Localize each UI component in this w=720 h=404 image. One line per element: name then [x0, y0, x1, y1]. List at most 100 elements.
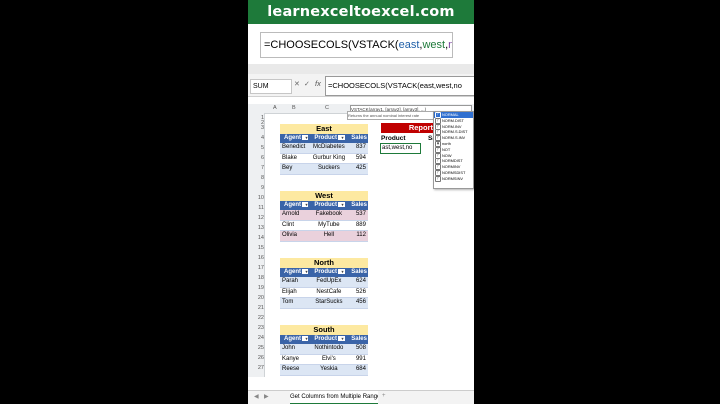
header-cell[interactable]: Sales — [347, 134, 368, 143]
row-number[interactable]: 15 — [248, 245, 264, 251]
row-number[interactable]: 18 — [248, 275, 264, 281]
function-hint: Returns the annual nominal interest rate — [347, 111, 437, 120]
filter-dropdown-icon[interactable]: ▾ — [337, 134, 345, 140]
row-number[interactable]: 6 — [248, 155, 264, 161]
cell[interactable]: 624 — [348, 277, 368, 287]
prev-sheet-icon[interactable]: ◀ — [254, 393, 259, 400]
row-number[interactable]: 25 — [248, 345, 264, 351]
cell[interactable]: Suckers — [309, 164, 348, 174]
row-number[interactable]: 5 — [248, 145, 264, 151]
cell[interactable]: Reese — [280, 365, 309, 375]
row-number[interactable]: 13 — [248, 225, 264, 231]
table-row: Clint MyTube 889 — [280, 220, 368, 231]
cell[interactable]: Arnold — [280, 210, 309, 220]
row-number[interactable]: 3 — [248, 125, 264, 131]
header-cell[interactable]: Agent ▾ — [280, 268, 309, 277]
function-icon: ƒ — [435, 175, 441, 182]
filter-dropdown-icon[interactable]: ▾ — [337, 335, 345, 341]
row-number[interactable]: 9 — [248, 185, 264, 191]
row-number[interactable]: 19 — [248, 285, 264, 291]
function-icon: ƒ — [435, 112, 441, 118]
cell[interactable]: StarSucks — [309, 298, 348, 308]
cell[interactable]: Gurbur King — [309, 154, 348, 164]
header-label: Sales — [351, 202, 367, 208]
row-number[interactable]: 7 — [248, 165, 264, 171]
cell[interactable]: Elvi's — [309, 355, 348, 365]
cell[interactable]: 425 — [348, 164, 368, 174]
row-number[interactable]: 21 — [248, 305, 264, 311]
row-number[interactable]: 14 — [248, 235, 264, 241]
row-number[interactable]: 12 — [248, 215, 264, 221]
header-cell[interactable]: Sales — [347, 335, 368, 344]
table-icon: ▦ — [435, 140, 441, 147]
filter-dropdown-icon[interactable]: ▾ — [337, 201, 345, 207]
cell[interactable]: Nothintodo — [309, 344, 348, 354]
cell[interactable]: Benedict — [280, 143, 309, 153]
cell[interactable]: 594 — [348, 154, 368, 164]
cell[interactable]: 456 — [348, 298, 368, 308]
filter-dropdown-icon[interactable]: ▾ — [337, 268, 345, 274]
cell[interactable]: McDiabetes — [309, 143, 348, 153]
enter-icon[interactable]: ✓ — [304, 80, 310, 88]
add-sheet-icon[interactable]: + — [382, 393, 386, 399]
header-cell[interactable]: Product ▾ — [308, 201, 347, 210]
cell[interactable]: Hell — [309, 231, 348, 241]
cell[interactable]: John — [280, 344, 309, 354]
active-cell-editor[interactable]: ast,west,no — [380, 143, 421, 154]
row-number[interactable]: 26 — [248, 355, 264, 361]
cell[interactable]: 889 — [348, 221, 368, 231]
cell[interactable]: Bey — [280, 164, 309, 174]
cell[interactable]: FedUpEx — [309, 277, 348, 287]
row-number[interactable]: 8 — [248, 175, 264, 181]
cell[interactable]: 526 — [348, 288, 368, 298]
row-number[interactable]: 22 — [248, 315, 264, 321]
table-row: Kanye Elvi's 991 — [280, 354, 368, 365]
header-cell[interactable]: Sales — [347, 201, 368, 210]
row-number[interactable]: 16 — [248, 255, 264, 261]
cell[interactable]: 537 — [348, 210, 368, 220]
cell[interactable]: NestCafe — [309, 288, 348, 298]
autocomplete-label: NORM.S.DIST — [442, 129, 468, 135]
cell[interactable]: Fakebook — [309, 210, 348, 220]
cell[interactable]: Blake — [280, 154, 309, 164]
cell[interactable]: Olivia — [280, 231, 309, 241]
cell[interactable]: Kanye — [280, 355, 309, 365]
cell[interactable]: 112 — [348, 231, 368, 241]
cell[interactable]: 991 — [348, 355, 368, 365]
cell[interactable]: Elijah — [280, 288, 309, 298]
row-number[interactable]: 17 — [248, 265, 264, 271]
row-number[interactable]: 10 — [248, 195, 264, 201]
cell[interactable]: 684 — [348, 365, 368, 375]
header-cell[interactable]: Agent ▾ — [280, 335, 309, 344]
autocomplete-item[interactable]: ƒ NORMSINV — [434, 175, 473, 182]
cell[interactable]: 508 — [348, 344, 368, 354]
cancel-icon[interactable]: ✕ — [294, 80, 300, 88]
name-box[interactable]: SUM — [250, 79, 292, 94]
cell[interactable]: Yeskia — [309, 365, 348, 375]
row-number[interactable]: 27 — [248, 365, 264, 371]
header-cell[interactable]: Sales — [347, 268, 368, 277]
cell[interactable]: 837 — [348, 143, 368, 153]
cell[interactable]: Clint — [280, 221, 309, 231]
table-row: Blake Gurbur King 594 — [280, 153, 368, 164]
header-cell[interactable]: Product ▾ — [308, 134, 347, 143]
header-cell[interactable]: Product ▾ — [308, 335, 347, 344]
row-number[interactable]: 23 — [248, 325, 264, 331]
formula-input[interactable]: =CHOOSECOLS(VSTACK(east,west,no — [325, 76, 474, 96]
row-number[interactable]: 24 — [248, 335, 264, 341]
column-header[interactable]: A — [273, 105, 277, 111]
row-number[interactable]: 11 — [248, 205, 264, 211]
cell[interactable]: MyTube — [309, 221, 348, 231]
cell[interactable]: Parah — [280, 277, 309, 287]
cell[interactable]: Tom — [280, 298, 309, 308]
sheet-tab-active[interactable]: Get Columns from Multiple Range — [290, 391, 378, 404]
row-number[interactable]: 4 — [248, 135, 264, 141]
fx-icon[interactable]: fx — [315, 79, 321, 88]
column-header[interactable]: C — [325, 105, 329, 111]
row-number[interactable]: 20 — [248, 295, 264, 301]
header-cell[interactable]: Agent ▾ — [280, 201, 309, 210]
column-header[interactable]: B — [292, 105, 296, 111]
header-cell[interactable]: Agent ▾ — [280, 134, 309, 143]
next-sheet-icon[interactable]: ▶ — [264, 393, 269, 400]
header-cell[interactable]: Product ▾ — [308, 268, 347, 277]
